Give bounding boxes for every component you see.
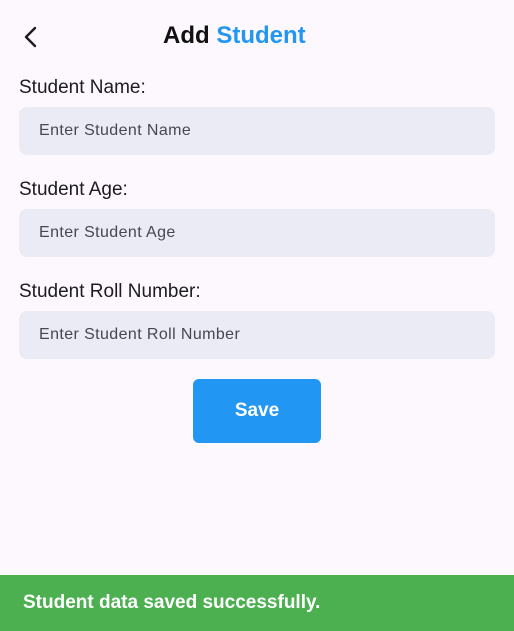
page-title-prefix: Add [163,22,210,49]
student-name-input[interactable] [19,107,495,155]
page-title-accent: Student [216,22,306,49]
student-age-input[interactable] [19,209,495,257]
student-age-label: Student Age: [19,179,128,200]
page-title: Add Student [163,21,306,51]
student-name-label: Student Name: [19,77,146,98]
save-button[interactable]: Save [193,379,321,443]
chevron-left-icon [24,26,37,48]
student-roll-number-input[interactable] [19,311,495,359]
back-button[interactable] [14,20,48,54]
student-roll-number-label: Student Roll Number: [19,281,201,302]
snackbar-message: Student data saved successfully. [23,592,321,613]
app-bar: Add Student [0,0,514,72]
success-snackbar: Student data saved successfully. [0,575,514,631]
